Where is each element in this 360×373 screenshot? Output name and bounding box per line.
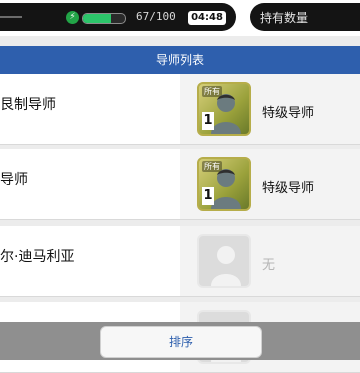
- owned-count-panel[interactable]: 持有数量: [250, 3, 360, 31]
- badge-number: 1: [202, 112, 214, 130]
- stamina-panel: ⚡ 67/100 04:48: [0, 3, 236, 31]
- mentor-name-cell: 尔·迪马利亚: [0, 226, 180, 297]
- status-bar: ⚡ 67/100 04:48 持有数量: [0, 0, 360, 36]
- mentor-tier: 无: [262, 258, 276, 273]
- empty-mentor-badge[interactable]: [197, 234, 251, 288]
- mentor-row[interactable]: 尔·迪马利亚 无: [0, 226, 360, 297]
- player-silhouette-icon: [211, 94, 241, 134]
- empty-silhouette-icon: [211, 246, 241, 286]
- mentor-name-cell: 导师: [0, 149, 180, 220]
- mentor-row[interactable]: 艮制导师 所有 1 特级导师: [0, 74, 360, 145]
- panel-title: 导师列表: [0, 46, 360, 74]
- mentor-list-panel: 导师列表 艮制导师 所有 1 特级导师 导师 所有 1 特级导师 尔·迪马利亚 …: [0, 36, 360, 373]
- mentor-badge[interactable]: 所有 1: [197, 157, 251, 211]
- mentor-name: 艮制导师: [0, 97, 56, 113]
- mentor-name-cell: 艮制导师: [0, 74, 180, 145]
- mentor-card-cell: 所有 1 特级导师: [180, 149, 360, 220]
- mentor-tier: 特级导师: [262, 181, 315, 196]
- mentor-name: 导师: [0, 172, 28, 188]
- prefix-decoration: [0, 3, 24, 31]
- mentor-name: 尔·迪马利亚: [0, 249, 75, 265]
- mentor-tier: 特级导师: [262, 106, 315, 121]
- player-silhouette-icon: [211, 169, 241, 209]
- stamina-bar: [82, 13, 126, 24]
- sort-button[interactable]: 排序: [100, 326, 262, 358]
- stamina-text: 67/100: [136, 10, 176, 23]
- mentor-card-cell: 无: [180, 226, 360, 297]
- stamina-icon: ⚡: [66, 11, 79, 24]
- owned-count-label: 持有数量: [260, 11, 309, 25]
- timer-badge: 04:48: [188, 11, 226, 25]
- mentor-card-cell: 所有 1 特级导师: [180, 74, 360, 145]
- stamina-fill: [83, 14, 112, 23]
- mentor-badge[interactable]: 所有 1: [197, 82, 251, 136]
- mentor-row[interactable]: 导师 所有 1 特级导师: [0, 149, 360, 220]
- badge-number: 1: [202, 187, 214, 205]
